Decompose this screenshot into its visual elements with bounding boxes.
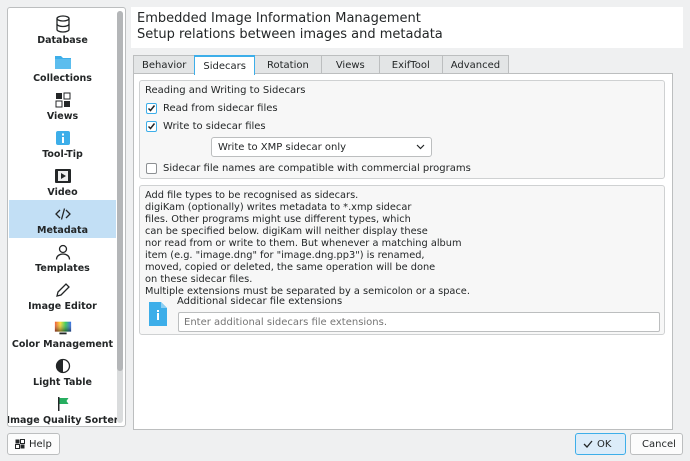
sidebar-item-label: Tool-Tip — [42, 149, 83, 160]
tab-views[interactable]: Views — [320, 55, 380, 74]
cancel-button-label: Cancel — [642, 438, 676, 450]
checkmark-icon — [147, 105, 156, 112]
sidebar-item-label: Image Editor — [28, 301, 97, 312]
tab-bar: Behavior Sidecars Rotation Views ExifToo… — [133, 55, 510, 75]
info-icon — [54, 129, 72, 147]
folder-icon — [54, 53, 72, 71]
ok-button-label: OK — [597, 438, 612, 450]
sidebar-item-templates[interactable]: Templates — [9, 238, 116, 276]
write-mode-select[interactable]: Write to XMP sidecar only — [211, 137, 432, 157]
sidebar-scrollbar-thumb[interactable] — [117, 11, 123, 371]
contrast-icon — [54, 357, 72, 375]
code-icon — [54, 205, 72, 223]
flag-icon — [54, 395, 72, 413]
file-info-icon — [149, 302, 167, 326]
extensions-input[interactable] — [178, 312, 660, 332]
checkmark-icon — [583, 440, 593, 448]
compat-sidecar-label: Sidecar file names are compatible with c… — [163, 163, 471, 174]
tab-rotation[interactable]: Rotation — [253, 55, 322, 74]
chevron-down-icon — [416, 144, 425, 150]
sidebar-item-tooltip[interactable]: Tool-Tip — [9, 124, 116, 162]
sidebar-item-video[interactable]: Video — [9, 162, 116, 200]
read-sidecar-checkbox[interactable] — [146, 103, 157, 114]
sidebar-scrollbar[interactable] — [117, 11, 123, 423]
settings-sidebar: Database Collections Views Tool-Tip Vide… — [7, 7, 126, 427]
help-button[interactable]: Help — [7, 433, 60, 455]
sidebar-item-light-table[interactable]: Light Table — [9, 352, 116, 390]
help-button-label: Help — [29, 438, 52, 450]
extensions-label: Additional sidecar file extensions — [177, 296, 343, 307]
sidebar-item-color-management[interactable]: Color Management — [9, 314, 116, 352]
compat-sidecar-option[interactable]: Sidecar file names are compatible with c… — [146, 163, 471, 174]
sidebar-item-label: Video — [47, 187, 78, 198]
pencil-icon — [54, 281, 72, 299]
help-icon — [15, 439, 25, 449]
write-sidecar-option[interactable]: Write to sidecar files — [146, 121, 266, 132]
sidebar-item-metadata[interactable]: Metadata — [9, 200, 116, 238]
sidebar-item-database[interactable]: Database — [9, 10, 116, 48]
checkmark-icon — [147, 123, 156, 130]
sidebar-item-label: Database — [37, 35, 88, 46]
video-icon — [54, 167, 72, 185]
sidecar-read-write-group: Reading and Writing to Sidecars Read fro… — [139, 80, 665, 179]
sidebar-item-label: Light Table — [33, 377, 92, 388]
ok-button[interactable]: OK — [575, 433, 626, 455]
sidebar-item-image-quality-sorter[interactable]: Image Quality Sorter — [7, 390, 119, 426]
views-grid-icon — [54, 91, 72, 109]
sidebar-item-label: Collections — [33, 73, 92, 84]
write-mode-value: Write to XMP sidecar only — [218, 141, 347, 153]
read-sidecar-option[interactable]: Read from sidecar files — [146, 103, 278, 114]
sidebar-item-label: Color Management — [11, 339, 114, 350]
panel-scrollbar[interactable] — [665, 77, 670, 427]
write-sidecar-checkbox[interactable] — [146, 121, 157, 132]
color-monitor-icon — [54, 319, 72, 337]
page-subtitle: Setup relations between images and metad… — [137, 27, 443, 42]
compat-sidecar-checkbox[interactable] — [146, 163, 157, 174]
read-sidecar-label: Read from sidecar files — [163, 103, 278, 114]
sidebar-item-label: Templates — [35, 263, 90, 274]
sidebar-item-label: Metadata — [36, 225, 88, 236]
sidecar-description: Add file types to be recognised as sidec… — [145, 190, 470, 297]
sidebar-item-collections[interactable]: Collections — [9, 48, 116, 86]
sidebar-item-label: Image Quality Sorter — [7, 415, 119, 426]
sidebar-item-views[interactable]: Views — [9, 86, 116, 124]
page-header: Embedded Image Information Management Se… — [131, 7, 683, 48]
page-title: Embedded Image Information Management — [137, 11, 421, 26]
sidebar-item-label: Views — [46, 111, 79, 122]
tab-advanced[interactable]: Advanced — [441, 55, 510, 74]
person-icon — [54, 243, 72, 261]
sidecar-extensions-group: Add file types to be recognised as sidec… — [139, 185, 665, 335]
sidecars-panel: Reading and Writing to Sidecars Read fro… — [133, 73, 673, 430]
tab-sidecars[interactable]: Sidecars — [194, 55, 255, 75]
group-title: Reading and Writing to Sidecars — [145, 85, 306, 96]
sidebar-item-image-editor[interactable]: Image Editor — [9, 276, 116, 314]
tab-behavior[interactable]: Behavior — [133, 55, 196, 74]
tab-exiftool[interactable]: ExifTool — [378, 55, 443, 74]
cancel-button[interactable]: Cancel — [630, 433, 683, 455]
write-sidecar-label: Write to sidecar files — [163, 121, 266, 132]
database-icon — [54, 15, 72, 33]
